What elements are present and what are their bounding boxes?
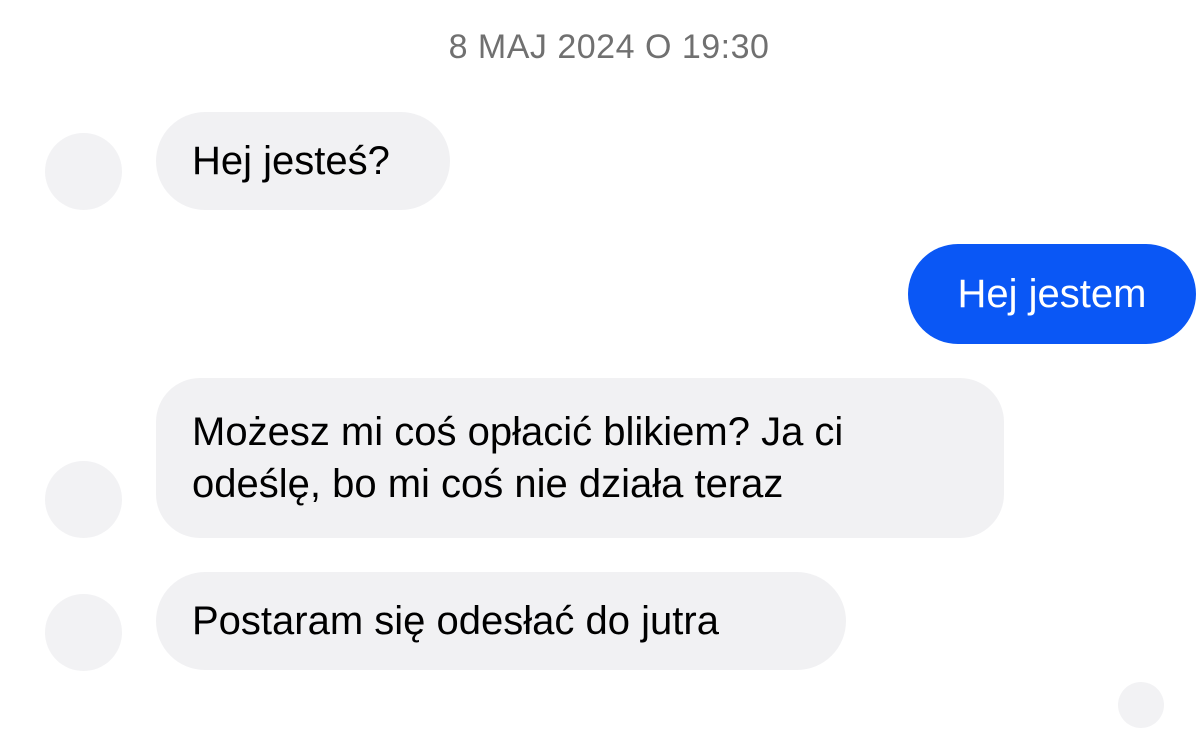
message-text: Postaram się odesłać do jutra [192,599,719,643]
message-text: Hej jestem [957,272,1147,316]
sender-avatar[interactable] [45,133,122,210]
message-text: Hej jesteś? [192,139,390,183]
message-text: Możesz mi coś opłacić blikiem? Ja ci ode… [192,410,844,506]
message-bubble-outgoing[interactable]: Hej jestem [908,244,1196,344]
message-bubble-incoming[interactable]: Możesz mi coś opłacić blikiem? Ja ci ode… [156,378,1004,538]
conversation-timestamp: 8 MAJ 2024 O 19:30 [448,28,770,66]
seen-indicator-avatar [1118,682,1164,728]
message-bubble-incoming[interactable]: Postaram się odesłać do jutra [156,572,846,670]
sender-avatar[interactable] [45,461,122,538]
sender-avatar[interactable] [45,594,122,671]
message-bubble-incoming[interactable]: Hej jesteś? [156,112,450,210]
